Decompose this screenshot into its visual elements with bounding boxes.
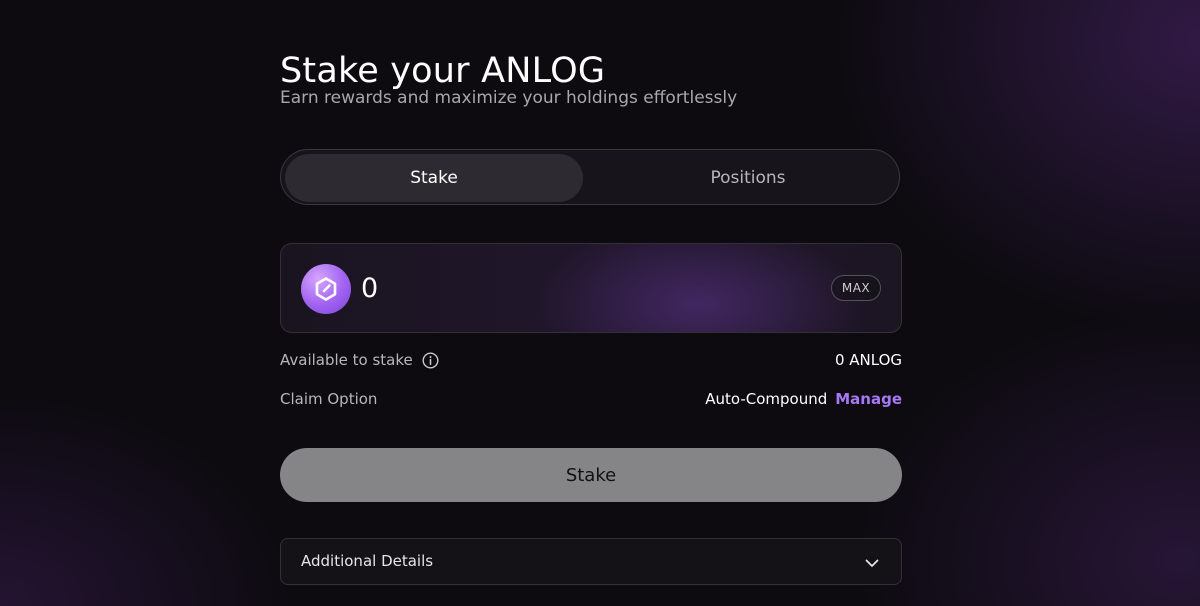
stake-amount-card: MAX: [280, 243, 902, 333]
tab-positions[interactable]: Positions: [599, 154, 897, 202]
tab-stake[interactable]: Stake: [285, 154, 583, 202]
claim-option-value-group: Auto-Compound Manage: [705, 390, 902, 408]
info-icon[interactable]: [422, 351, 439, 369]
page-subtitle: Earn rewards and maximize your holdings …: [280, 88, 738, 108]
manage-link[interactable]: Manage: [835, 390, 902, 408]
page-title: Stake your ANLOG: [280, 51, 606, 92]
additional-details-label: Additional Details: [301, 552, 434, 570]
available-value: 0 ANLOG: [834, 351, 902, 369]
claim-option-row: Claim Option Auto-Compound Manage: [280, 388, 902, 410]
additional-details-accordion[interactable]: Additional Details: [280, 538, 902, 585]
tab-bar: Stake Positions: [280, 149, 900, 205]
claim-option-label: Claim Option: [280, 390, 378, 408]
available-label-group: Available to stake: [280, 351, 439, 369]
anlog-token-icon: [301, 264, 351, 314]
claim-option-value: Auto-Compound: [705, 390, 828, 408]
chevron-down-icon: [865, 559, 879, 567]
stake-amount-input[interactable]: [361, 268, 761, 308]
available-label: Available to stake: [280, 351, 413, 369]
max-button[interactable]: MAX: [831, 275, 881, 301]
stake-button[interactable]: Stake: [280, 448, 902, 502]
available-to-stake-row: Available to stake 0 ANLOG: [280, 349, 902, 371]
anlog-logo-icon: [315, 277, 337, 301]
